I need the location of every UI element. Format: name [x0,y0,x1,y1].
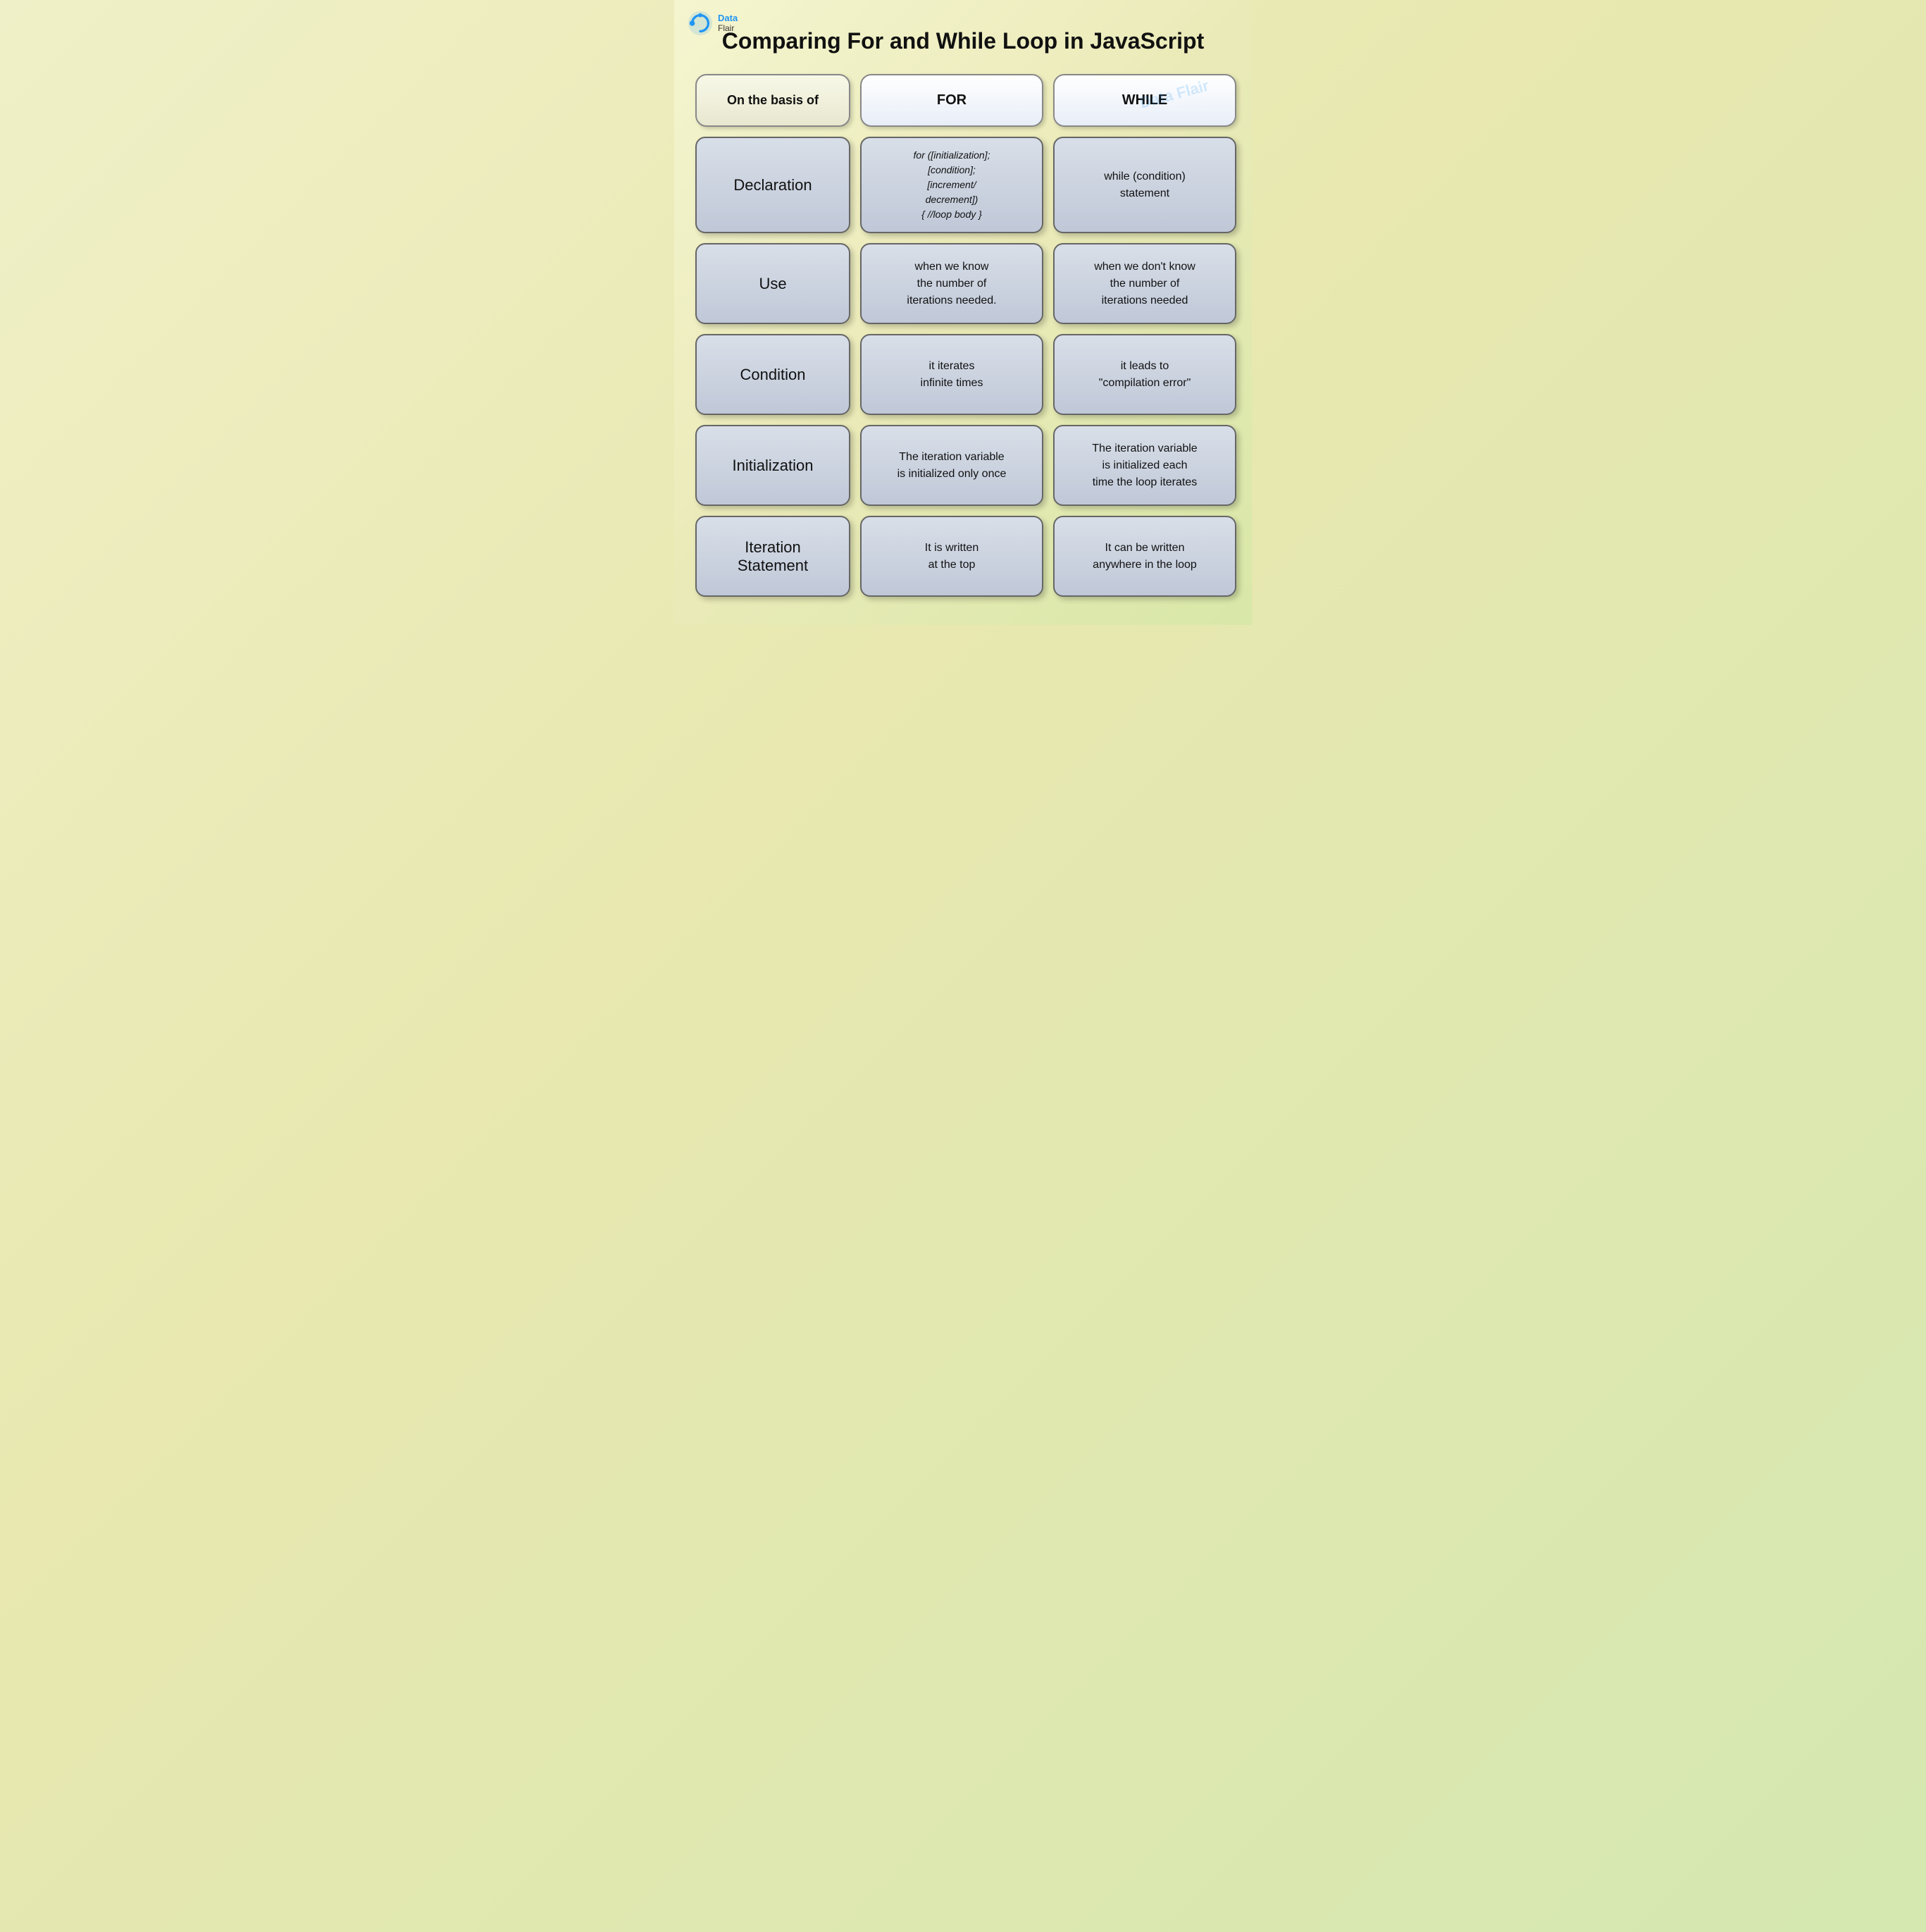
row-use-while: when we don't knowthe number ofiteration… [1053,243,1236,324]
header-basis: On the basis of [695,74,850,127]
row-iteration-for: It is writtenat the top [860,516,1043,597]
row-condition-for: it iteratesinfinite times [860,334,1043,415]
row-use-basis: Use [695,243,850,324]
row-use-for: when we knowthe number ofiterations need… [860,243,1043,324]
row-initialization-while: The iteration variableis initialized eac… [1053,425,1236,506]
logo-flair-label: Flair [718,24,738,33]
row-condition-basis: Condition [695,334,850,415]
row-declaration-while: while (condition)statement [1053,137,1236,233]
row-iteration-while: It can be writtenanywhere in the loop [1053,516,1236,597]
main-container: Data Flair Data Flair Comparing For and … [674,0,1252,625]
logo-text: Data Flair [718,13,738,32]
row-condition-while: it leads to"compilation error" [1053,334,1236,415]
comparison-table: On the basis of FOR WHILE Declaration fo… [695,74,1231,597]
row-initialization-for: The iteration variableis initialized onl… [860,425,1043,506]
row-initialization-basis: Initialization [695,425,850,506]
logo-icon [687,10,714,37]
row-iteration-basis: IterationStatement [695,516,850,597]
logo-data-label: Data [718,13,738,23]
row-declaration-for: for ([initialization];[condition];[incre… [860,137,1043,233]
header-for: FOR [860,74,1043,127]
header-while: WHILE [1053,74,1236,127]
logo: Data Flair [687,10,738,37]
row-declaration-basis: Declaration [695,137,850,233]
page-title: Comparing For and While Loop in JavaScri… [695,28,1231,54]
